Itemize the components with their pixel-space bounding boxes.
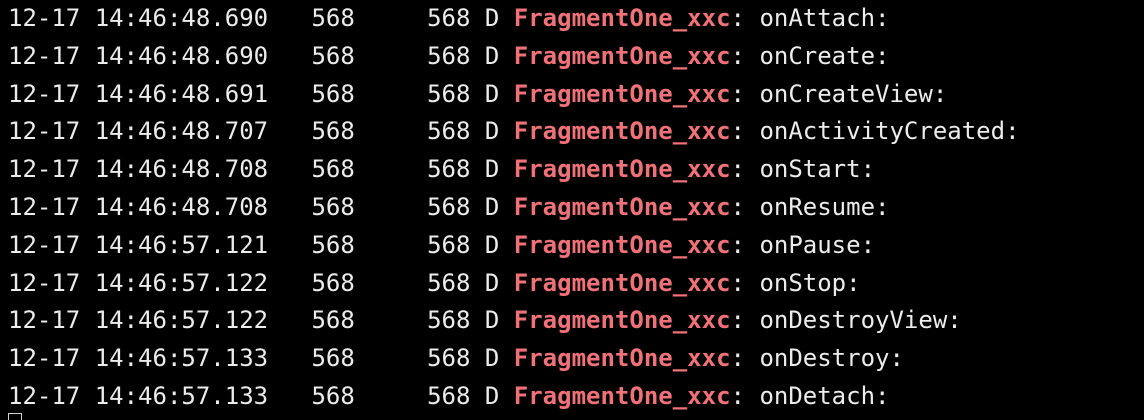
log-time: 14:46:48.690 [94,4,269,32]
log-time: 14:46:57.133 [94,344,269,373]
log-message: onStart: [759,155,876,184]
log-date: 12-17 [8,41,81,70]
log-tag: FragmentOne_xxc [513,381,731,410]
log-level: D [484,117,500,146]
log-time: 14:46:48.690 [94,41,269,70]
log-tid: 568 [427,192,471,221]
log-message: onAttach: [759,4,890,32]
log-line: 12-17 14:46:57.122 568 568 D FragmentOne… [8,268,861,297]
log-tid: 568 [427,230,471,259]
log-tid: 568 [427,41,471,70]
log-level: D [484,192,500,221]
log-tag: FragmentOne_xxc [513,268,731,297]
log-tag: FragmentOne_xxc [513,230,731,259]
logcat-output: 12-17 14:46:48.690 568 568 D FragmentOne… [8,0,1020,416]
log-level: D [484,41,500,70]
log-level: D [484,344,500,373]
log-date: 12-17 [8,306,81,335]
log-time: 14:46:48.708 [94,155,269,184]
log-message: onDestroy: [759,344,904,373]
log-pid: 568 [311,79,355,108]
log-date: 12-17 [8,230,81,259]
log-pid: 568 [311,155,355,184]
log-line: 12-17 14:46:57.122 568 568 D FragmentOne… [8,306,962,335]
log-date: 12-17 [8,344,81,373]
log-tid: 568 [427,79,471,108]
log-tid: 568 [427,155,471,184]
log-tag: FragmentOne_xxc [513,155,731,184]
log-tag: FragmentOne_xxc [513,41,731,70]
log-tid: 568 [427,4,471,32]
log-tag: FragmentOne_xxc [513,79,731,108]
log-date: 12-17 [8,4,81,32]
log-line: 12-17 14:46:57.133 568 568 D FragmentOne… [8,344,904,373]
log-line: 12-17 14:46:48.708 568 568 D FragmentOne… [8,155,876,184]
log-level: D [484,4,500,32]
log-line: 12-17 14:46:48.690 568 568 D FragmentOne… [8,41,890,70]
log-message: onActivityCreated: [759,117,1020,146]
log-level: D [484,268,500,297]
log-date: 12-17 [8,155,81,184]
log-message: onCreateView: [759,79,948,108]
log-message: onStop: [759,268,861,297]
log-time: 14:46:57.121 [94,230,269,259]
log-message: onPause: [759,230,876,259]
log-pid: 568 [311,381,355,410]
log-time: 14:46:57.122 [94,268,269,297]
log-tag: FragmentOne_xxc [513,344,731,373]
log-line: 12-17 14:46:57.121 568 568 D FragmentOne… [8,230,876,259]
log-level: D [484,155,500,184]
log-tid: 568 [427,344,471,373]
log-message: onCreate: [759,41,890,70]
log-tag: FragmentOne_xxc [513,117,731,146]
log-pid: 568 [311,268,355,297]
log-tid: 568 [427,381,471,410]
log-time: 14:46:48.707 [94,117,269,146]
log-level: D [484,230,500,259]
log-pid: 568 [311,192,355,221]
log-line: 12-17 14:46:48.691 568 568 D FragmentOne… [8,79,948,108]
log-time: 14:46:48.708 [94,192,269,221]
log-line: 12-17 14:46:48.708 568 568 D FragmentOne… [8,192,890,221]
log-level: D [484,79,500,108]
log-pid: 568 [311,4,355,32]
log-pid: 568 [311,230,355,259]
log-date: 12-17 [8,268,81,297]
log-level: D [484,306,500,335]
log-message: onDestroyView: [759,306,962,335]
log-date: 12-17 [8,117,81,146]
terminal-window[interactable]: 12-17 14:46:48.690 568 568 D FragmentOne… [0,0,1144,420]
log-time: 14:46:48.691 [94,79,269,108]
log-pid: 568 [311,344,355,373]
log-date: 12-17 [8,192,81,221]
log-tid: 568 [427,268,471,297]
log-tag: FragmentOne_xxc [513,306,731,335]
log-line: 12-17 14:46:48.690 568 568 D FragmentOne… [8,4,890,32]
log-line: 12-17 14:46:48.707 568 568 D FragmentOne… [8,117,1020,146]
log-pid: 568 [311,117,355,146]
log-level: D [484,381,500,410]
log-tag: FragmentOne_xxc [513,4,731,32]
log-pid: 568 [311,41,355,70]
log-date: 12-17 [8,79,81,108]
log-pid: 568 [311,306,355,335]
log-time: 14:46:57.133 [94,381,269,410]
log-tid: 568 [427,117,471,146]
log-message: onResume: [759,192,890,221]
log-time: 14:46:57.122 [94,306,269,335]
log-line: 12-17 14:46:57.133 568 568 D FragmentOne… [8,381,890,410]
log-tid: 568 [427,306,471,335]
terminal-cursor [8,413,22,420]
log-tag: FragmentOne_xxc [513,192,731,221]
log-message: onDetach: [759,381,890,410]
log-date: 12-17 [8,381,81,410]
